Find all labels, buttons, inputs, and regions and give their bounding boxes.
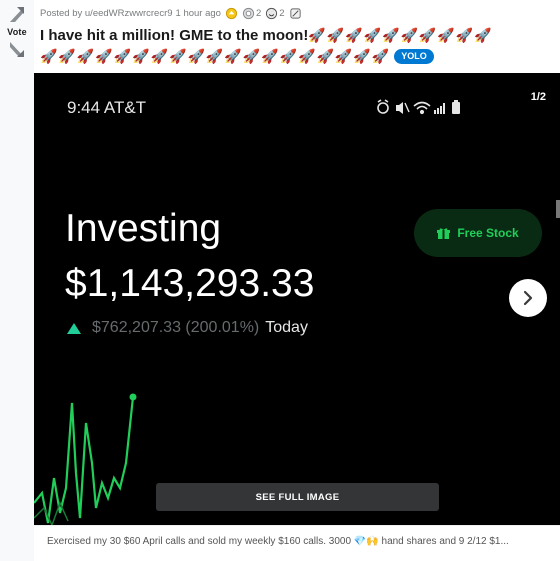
phone-status-icons — [377, 99, 460, 115]
up-triangle-icon — [67, 322, 81, 334]
upvote-arrow-icon[interactable] — [6, 4, 28, 24]
scroll-handle — [556, 200, 560, 218]
chevron-right-icon — [523, 290, 533, 306]
chart-endpoint — [129, 393, 137, 401]
award-count: 2 — [255, 7, 262, 19]
vote-label: Vote — [7, 27, 27, 37]
post-title-text: I have hit a million! GME to the moon! — [40, 27, 309, 44]
downvote-arrow-icon[interactable] — [6, 40, 28, 60]
award-gold[interactable] — [225, 7, 238, 20]
post-time[interactable]: 1 hour ago — [176, 8, 221, 19]
flair-badge[interactable]: YOLO — [394, 49, 434, 64]
phone-status-time: 9:44 AT&T — [67, 98, 147, 117]
author-link[interactable]: u/eedWRzwwrcrecr9 — [85, 8, 173, 19]
rocket-emoji-icon: 🚀🚀🚀🚀🚀🚀🚀🚀🚀🚀🚀🚀🚀🚀🚀🚀🚀🚀🚀 — [40, 48, 391, 64]
see-full-image-button[interactable]: SEE FULL IMAGE — [156, 483, 439, 511]
next-image-button[interactable] — [509, 279, 547, 317]
post-title[interactable]: I have hit a million! GME to the moon!🚀🚀… — [40, 25, 556, 67]
post-meta: Posted by u/eedWRzwwrcrecr9 1 hour ago 2… — [40, 5, 302, 21]
change-amount: $762,207.33 (200.01%) — [92, 319, 260, 336]
award-silver[interactable]: 2 — [242, 7, 261, 20]
portfolio-value: $1,143,293.33 — [65, 262, 315, 305]
wholesome-award-icon — [266, 7, 278, 19]
rocket-like-award-icon — [289, 7, 301, 19]
vote-column: Vote — [0, 0, 34, 561]
change-period: Today — [265, 319, 308, 336]
post-body-preview[interactable]: Exercised my 30 $60 April calls and sold… — [34, 525, 560, 561]
signal-icon — [434, 103, 445, 114]
post-image[interactable]: 9:44 AT&T 1/2 Investing $1,143,293.33 $7… — [34, 73, 560, 525]
award-count: 2 — [279, 7, 285, 19]
award-other[interactable] — [289, 7, 302, 20]
mute-icon — [396, 102, 410, 114]
gift-icon — [437, 227, 451, 239]
gold-award-icon — [225, 7, 238, 19]
wifi-icon — [413, 101, 431, 115]
daily-change: $762,207.33 (200.01%) Today — [67, 319, 308, 337]
posted-by-prefix: Posted by — [40, 7, 83, 19]
silver-award-icon — [242, 7, 255, 19]
page-indicator: 1/2 — [530, 91, 546, 103]
rocket-emoji-icon: 🚀🚀🚀🚀🚀🚀🚀🚀🚀🚀 — [308, 27, 493, 43]
alarm-icon — [377, 99, 389, 114]
investing-label: Investing — [65, 207, 222, 250]
award-wholesome[interactable]: 2 — [265, 7, 285, 20]
portfolio-line — [34, 396, 135, 524]
free-stock-label: Free Stock — [457, 226, 519, 240]
battery-icon — [452, 100, 460, 114]
free-stock-button: Free Stock — [414, 209, 542, 257]
